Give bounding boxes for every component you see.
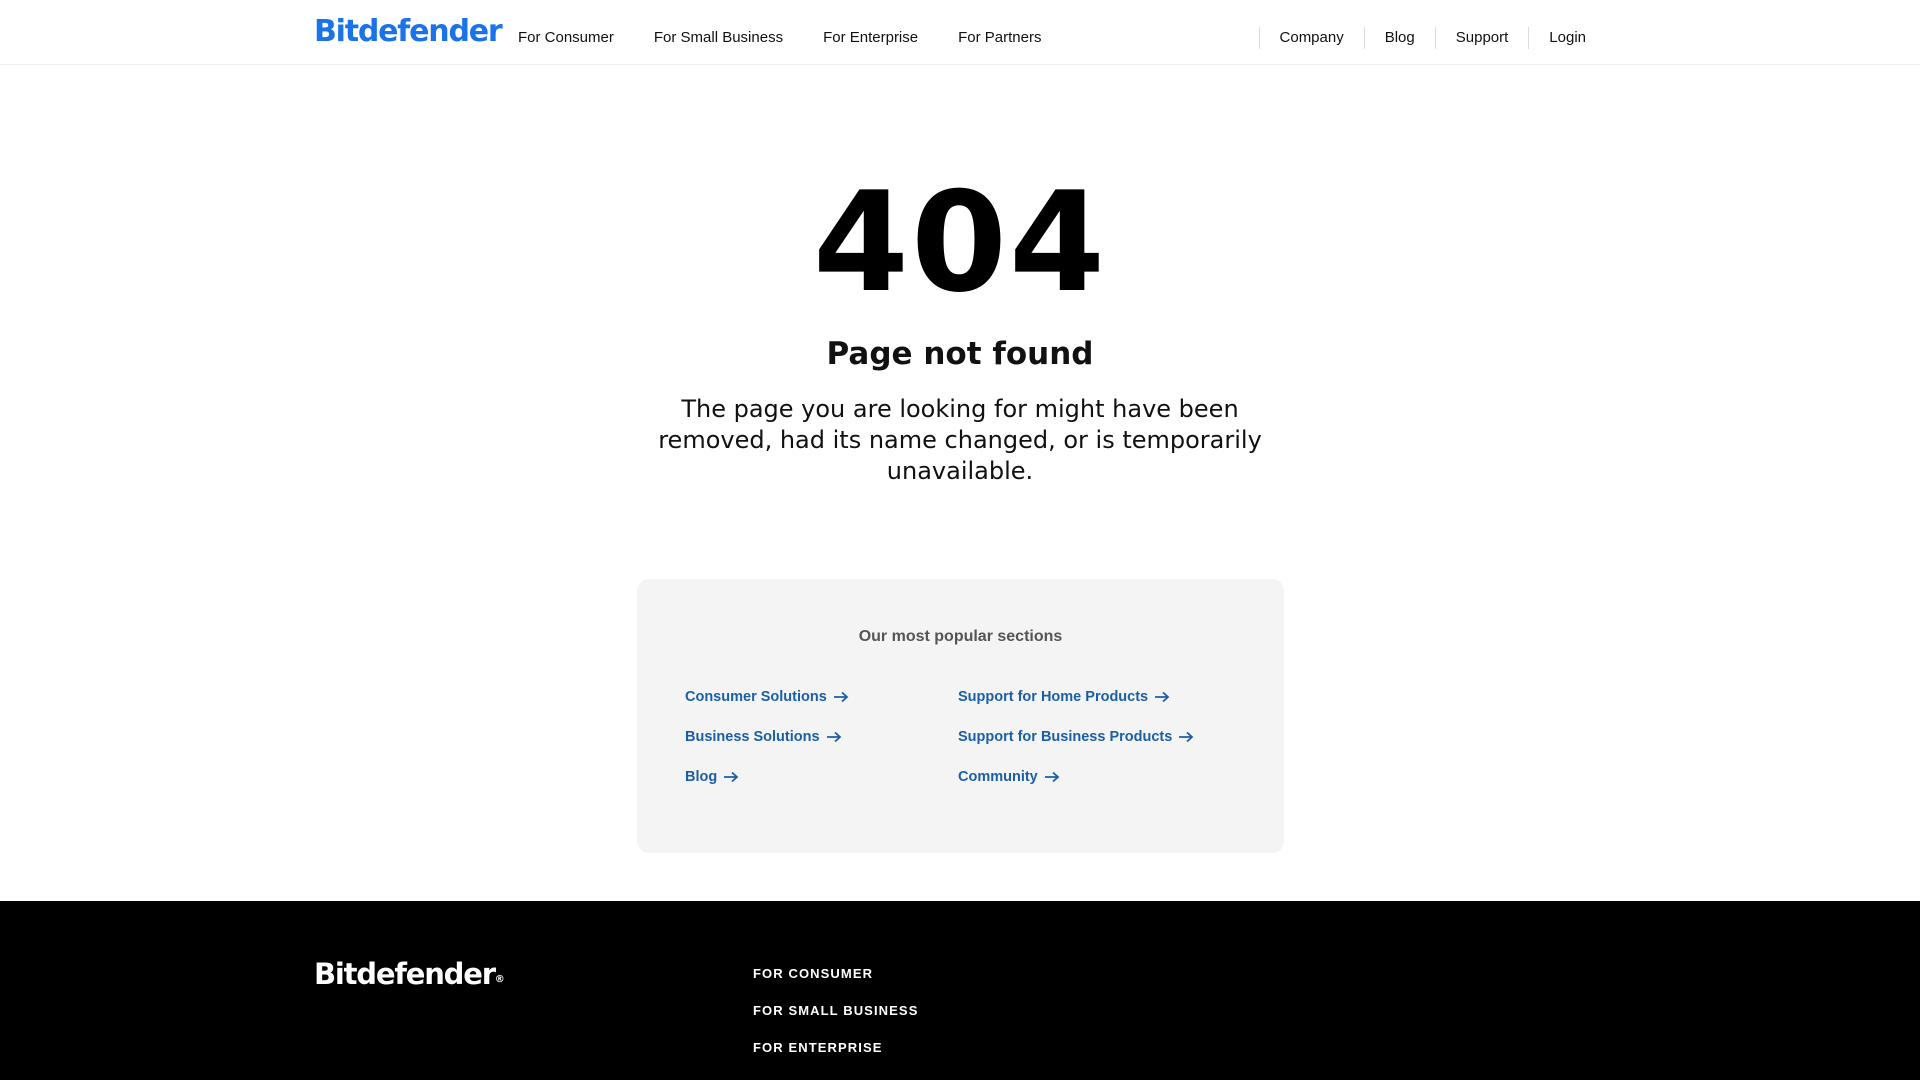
link-support-business-products[interactable]: Support for Business Products	[958, 727, 1194, 747]
nav-for-small-business[interactable]: For Small Business	[654, 0, 783, 75]
nav-for-consumer[interactable]: For Consumer	[518, 0, 614, 75]
popular-links-right: Support for Home Products Support for Bu…	[958, 687, 1194, 807]
popular-sections-heading: Our most popular sections	[858, 628, 1063, 645]
arrow-right-icon	[724, 771, 739, 783]
link-label: Support for Home Products	[958, 689, 1149, 705]
site-footer: Bitdefender® FOR CONSUMER FOR SMALL BUSI…	[0, 901, 1920, 1080]
nav-company[interactable]: Company	[1258, 26, 1364, 49]
popular-sections-panel: Our most popular sections Consumer Solut…	[637, 579, 1284, 853]
arrow-right-icon	[833, 691, 849, 703]
link-business-solutions[interactable]: Business Solutions	[685, 727, 849, 747]
link-label: Support for Business Products	[958, 729, 1173, 745]
footer-link-for-consumer[interactable]: FOR CONSUMER	[753, 965, 918, 983]
link-community[interactable]: Community	[958, 767, 1194, 787]
site-header: Bitdefender For Consumer For Small Busin…	[0, 0, 1920, 65]
arrow-right-icon	[1044, 771, 1060, 783]
link-support-home-products[interactable]: Support for Home Products	[958, 687, 1194, 707]
link-label: Business Solutions	[685, 729, 820, 745]
footer-link-for-small-business[interactable]: FOR SMALL BUSINESS	[753, 1002, 918, 1020]
popular-links-left: Consumer Solutions Business Solutions Bl…	[685, 687, 849, 807]
footer-nav: FOR CONSUMER FOR SMALL BUSINESS FOR ENTE…	[753, 965, 918, 1076]
nav-for-partners[interactable]: For Partners	[958, 0, 1041, 75]
footer-bitdefender-logo[interactable]: Bitdefender®	[314, 956, 505, 998]
link-consumer-solutions[interactable]: Consumer Solutions	[685, 687, 849, 707]
nav-blog[interactable]: Blog	[1363, 26, 1435, 49]
registered-mark: ®	[494, 974, 505, 985]
error-message: The page you are looking for might have …	[658, 395, 1262, 485]
secondary-nav: Company Blog Support Login	[1258, 0, 1586, 75]
link-label: Community	[958, 769, 1038, 785]
link-blog[interactable]: Blog	[685, 767, 849, 787]
arrow-right-icon	[1155, 691, 1170, 703]
footer-logo-text: Bitdefender	[314, 957, 496, 991]
nav-support[interactable]: Support	[1434, 26, 1529, 49]
arrow-right-icon	[826, 731, 841, 743]
link-label: Consumer Solutions	[685, 689, 827, 705]
bitdefender-logo[interactable]: Bitdefender	[314, 14, 503, 50]
nav-login[interactable]: Login	[1528, 26, 1586, 49]
error-code: 404	[812, 162, 1108, 323]
footer-link-for-enterprise[interactable]: FOR ENTERPRISE	[753, 1039, 918, 1057]
nav-for-enterprise[interactable]: For Enterprise	[823, 0, 918, 75]
error-title: Page not found	[826, 336, 1094, 372]
primary-nav: For Consumer For Small Business For Ente…	[518, 0, 1081, 75]
arrow-right-icon	[1179, 731, 1194, 743]
link-label: Blog	[685, 769, 718, 785]
